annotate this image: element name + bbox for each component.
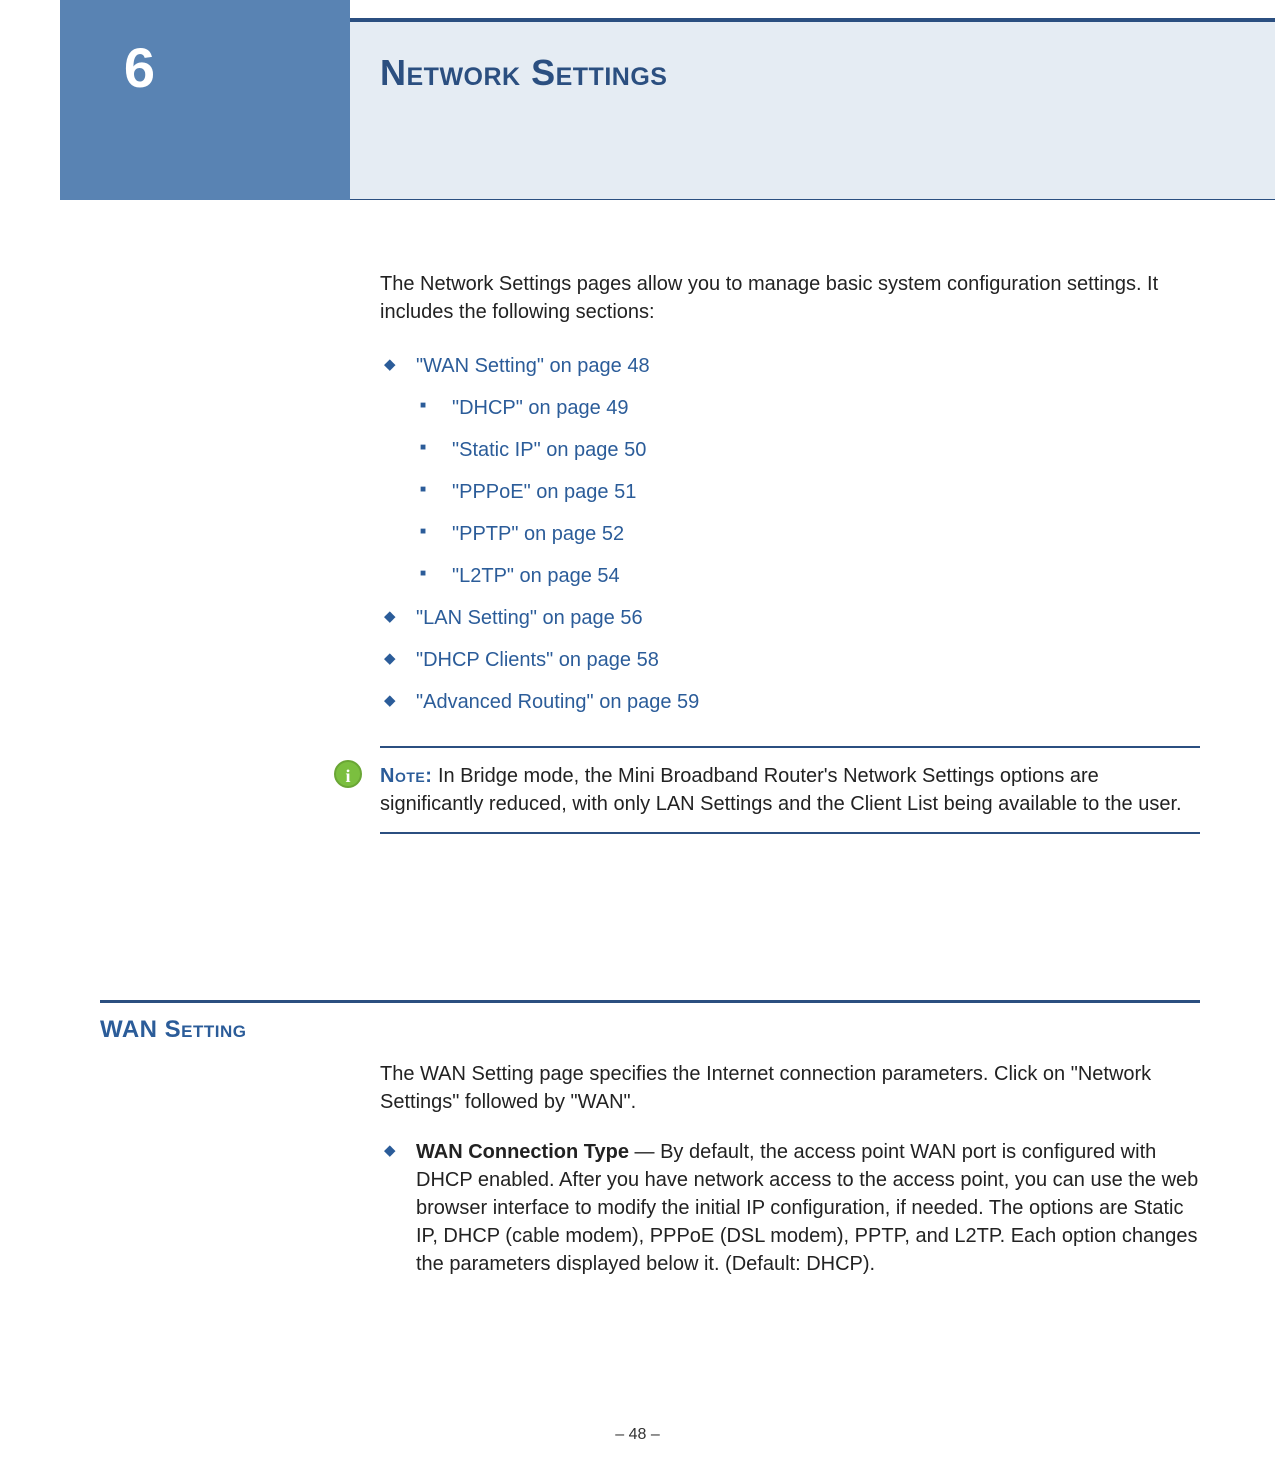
toc-link[interactable]: "PPTP" on page 52	[452, 523, 624, 545]
section-heading: WAN Setting	[100, 1016, 247, 1044]
chapter-title-band: Network Settings	[350, 18, 1275, 200]
toc-link[interactable]: "WAN Setting" on page 48	[416, 355, 650, 377]
section-bullets: WAN Connection Type — By default, the ac…	[380, 1138, 1200, 1278]
toc-subitem: "PPPoE" on page 51	[416, 478, 1200, 506]
toc-subitem: "Static IP" on page 50	[416, 436, 1200, 464]
section-body: The WAN Setting page specifies the Inter…	[380, 1060, 1200, 1308]
toc-item-dhcp-clients: "DHCP Clients" on page 58	[380, 646, 1200, 674]
bullet-term: WAN Connection Type	[416, 1141, 629, 1163]
intro-paragraph: The Network Settings pages allow you to …	[380, 270, 1200, 326]
toc-sublist: "DHCP" on page 49 "Static IP" on page 50…	[416, 394, 1200, 590]
chapter-title: Network Settings	[350, 22, 1275, 94]
section-divider	[100, 1000, 1200, 1003]
section-bullet: WAN Connection Type — By default, the ac…	[380, 1138, 1200, 1278]
note-label: Note:	[380, 765, 432, 787]
toc-link[interactable]: "DHCP" on page 49	[452, 397, 629, 419]
chapter-header: 6 Network Settings	[0, 0, 1275, 200]
toc-item-wan: "WAN Setting" on page 48 "DHCP" on page …	[380, 352, 1200, 590]
note-box: i Note: In Bridge mode, the Mini Broadba…	[380, 746, 1200, 834]
toc-item-lan: "LAN Setting" on page 56	[380, 604, 1200, 632]
toc-subitem: "L2TP" on page 54	[416, 562, 1200, 590]
note-text: In Bridge mode, the Mini Broadband Route…	[380, 765, 1182, 815]
toc-link[interactable]: "Advanced Routing" on page 59	[416, 691, 699, 713]
toc-subitem: "DHCP" on page 49	[416, 394, 1200, 422]
toc-list: "WAN Setting" on page 48 "DHCP" on page …	[380, 352, 1200, 716]
main-content: The Network Settings pages allow you to …	[380, 270, 1200, 894]
page-number: – 48 –	[0, 1426, 1275, 1444]
toc-link[interactable]: "LAN Setting" on page 56	[416, 607, 643, 629]
toc-link[interactable]: "DHCP Clients" on page 58	[416, 649, 659, 671]
toc-link[interactable]: "Static IP" on page 50	[452, 439, 646, 461]
section-intro: The WAN Setting page specifies the Inter…	[380, 1060, 1200, 1116]
toc-item-advanced-routing: "Advanced Routing" on page 59	[380, 688, 1200, 716]
info-icon: i	[334, 760, 362, 788]
toc-link[interactable]: "PPPoE" on page 51	[452, 481, 636, 503]
toc-link[interactable]: "L2TP" on page 54	[452, 565, 620, 587]
toc-subitem: "PPTP" on page 52	[416, 520, 1200, 548]
chapter-number: 6	[60, 35, 180, 100]
chapter-number-block	[60, 0, 350, 200]
